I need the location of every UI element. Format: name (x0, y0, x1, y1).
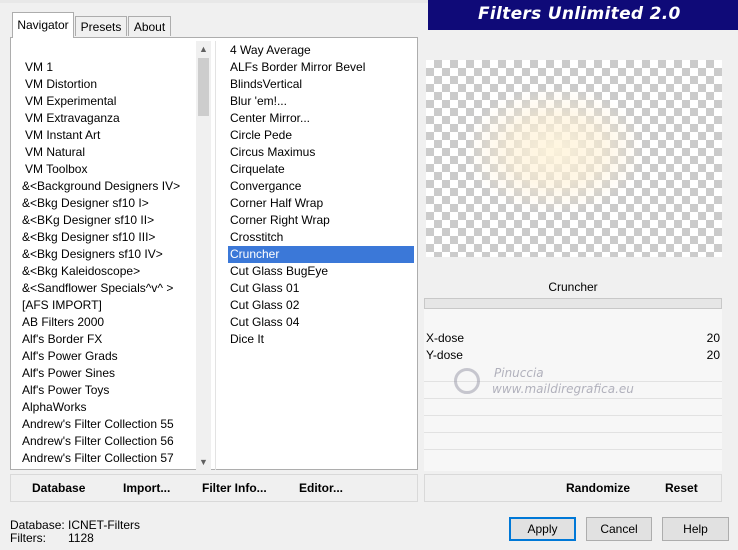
filter-info-button[interactable]: Filter Info... (202, 479, 267, 497)
list-item[interactable]: AB Filters 2000 (20, 314, 196, 331)
watermark-name: Pinuccia (494, 366, 544, 380)
list-item[interactable]: Dice It (228, 331, 414, 348)
list-item[interactable]: Andrew's Filter Collection 57 (20, 450, 196, 467)
import-button[interactable]: Import... (123, 479, 170, 497)
watermark: Pinuccia www.maildiregrafica.eu (458, 366, 688, 410)
editor-button[interactable]: Editor... (299, 479, 343, 497)
list-item[interactable]: &<BKg Designer sf10 II> (20, 212, 196, 229)
param-row-x-dose[interactable]: X-dose 20 (424, 330, 722, 347)
filter-progress-bar (424, 298, 722, 309)
import-label: Import... (123, 481, 171, 495)
list-item[interactable]: VM Natural (20, 144, 196, 161)
list-item[interactable]: Andrew's Filter Collection 56 (20, 433, 196, 450)
editor-label: Editor... (299, 481, 344, 495)
list-item[interactable]: Cruncher (228, 246, 414, 263)
reset-button[interactable]: Reset (665, 479, 698, 497)
list-item[interactable]: Cut Glass 01 (228, 280, 414, 297)
selected-filter-name: Cruncher (424, 276, 722, 298)
list-item[interactable]: VM Extravaganza (20, 110, 196, 127)
list-item[interactable]: Corner Half Wrap (228, 195, 414, 212)
window-title: Filters Unlimited 2.0 (478, 4, 681, 24)
top-strip (0, 0, 430, 3)
list-item[interactable]: VM Experimental (20, 93, 196, 110)
chevron-down-icon[interactable]: ▼ (196, 455, 211, 469)
apply-button[interactable]: Apply (509, 517, 576, 541)
list-item[interactable]: Blur 'em!... (228, 93, 414, 110)
list-item[interactable]: Corner Right Wrap (228, 212, 414, 229)
list-item[interactable]: VM Distortion (20, 76, 196, 93)
list-item[interactable]: VM 1 (20, 59, 196, 76)
list-item[interactable]: Cut Glass 04 (228, 314, 414, 331)
tab-about[interactable]: About (128, 16, 171, 36)
list-item[interactable]: VM Instant Art (20, 127, 196, 144)
database-button[interactable]: Database (32, 479, 85, 497)
param-row-y-dose[interactable]: Y-dose 20 (424, 347, 722, 364)
list-item[interactable]: 4 Way Average (228, 42, 414, 59)
list-item[interactable]: Alf's Power Sines (20, 365, 196, 382)
list-item[interactable]: Center Mirror... (228, 110, 414, 127)
list-item[interactable]: &<Bkg Kaleidoscope> (20, 263, 196, 280)
list-item[interactable]: Alf's Power Grads (20, 348, 196, 365)
status-database-value: ICNET-Filters (68, 518, 140, 532)
category-list[interactable]: VM 1 VM Distortion VM Experimental VM Extra… (20, 59, 196, 468)
list-item[interactable]: &<Sandflower Specials^v^ > (20, 280, 196, 297)
list-item[interactable]: Cut Glass 02 (228, 297, 414, 314)
param-gridline (424, 449, 722, 450)
help-button[interactable]: Help (662, 517, 729, 541)
category-scroll-thumb[interactable] (198, 58, 209, 116)
list-item[interactable]: ALFs Border Mirror Bevel (228, 59, 414, 76)
param-value: 20 (706, 348, 720, 362)
list-item[interactable]: Andrew's Filter Collection 55 (20, 416, 196, 433)
status-filters-label: Filters: (10, 531, 46, 545)
list-item[interactable]: Convergance (228, 178, 414, 195)
list-item[interactable]: Crosstitch (228, 229, 414, 246)
filter-info-label: Filter Info... (202, 481, 267, 495)
param-label: X-dose (426, 331, 465, 345)
list-item[interactable]: Alf's Border FX (20, 331, 196, 348)
watermark-url: www.maildiregrafica.eu (492, 382, 634, 396)
list-item[interactable]: &<Background Designers IV> (20, 178, 196, 195)
list-item[interactable]: &<Bkg Designers sf10 IV> (20, 246, 196, 263)
database-label: Database (32, 481, 86, 495)
list-item[interactable]: Cirquelate (228, 161, 414, 178)
param-label: Y-dose (426, 348, 463, 362)
chevron-up-icon[interactable]: ▲ (196, 42, 211, 56)
list-item[interactable]: Circle Pede (228, 127, 414, 144)
tab-navigator[interactable]: Navigator (12, 12, 74, 38)
list-item[interactable]: &<Bkg Designer sf10 III> (20, 229, 196, 246)
list-item[interactable]: AlphaWorks (20, 399, 196, 416)
list-item[interactable]: Circus Maximus (228, 144, 414, 161)
list-divider (215, 41, 216, 470)
list-item[interactable]: &<Bkg Designer sf10 I> (20, 195, 196, 212)
tab-presets[interactable]: Presets (75, 16, 127, 36)
cancel-button[interactable]: Cancel (586, 517, 652, 541)
status-database-label: Database: (10, 518, 65, 532)
randomize-button[interactable]: Randomize (566, 479, 630, 497)
list-item[interactable]: [AFS IMPORT] (20, 297, 196, 314)
status-filters-value: 1128 (68, 531, 94, 545)
param-gridline (424, 432, 722, 433)
list-item[interactable]: VM Toolbox (20, 161, 196, 178)
param-value: 20 (706, 331, 720, 345)
list-item[interactable]: Cut Glass BugEye (228, 263, 414, 280)
preview-glow (470, 90, 640, 210)
list-item[interactable]: Alf's Power Toys (20, 382, 196, 399)
param-gridline (424, 415, 722, 416)
filter-list[interactable]: 4 Way Average ALFs Border Mirror Bevel Bli… (228, 42, 414, 468)
list-item[interactable]: BlindsVertical (228, 76, 414, 93)
